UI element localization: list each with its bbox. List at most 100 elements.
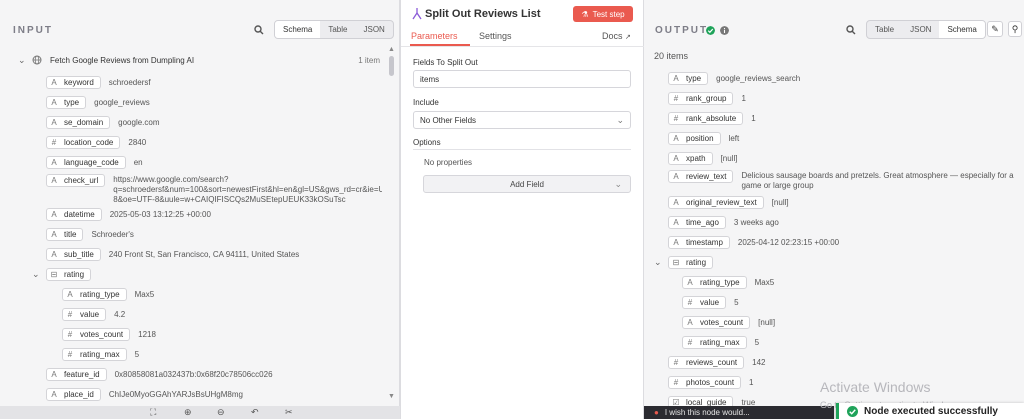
field-key-chip[interactable]: Aoriginal_review_text <box>668 195 764 209</box>
field-key-chip[interactable]: Axpath <box>668 151 713 165</box>
include-select[interactable]: No Other Fields ⌄ <box>413 111 631 129</box>
output-view-table[interactable]: Table <box>867 21 902 38</box>
schema-field-row[interactable]: Atype google_reviews_search <box>668 70 1018 86</box>
field-key-chip[interactable]: Avotes_count <box>682 315 751 329</box>
schema-field-row[interactable]: Areview_text Delicious sausage boards and… <box>668 170 1018 196</box>
pin-output-button[interactable]: ⚲ <box>1008 21 1022 37</box>
input-view-table[interactable]: Table <box>320 21 355 38</box>
add-field-button[interactable]: Add Field ⌄ <box>423 175 631 193</box>
clean-icon[interactable]: ✂ <box>285 407 293 418</box>
field-key-chip[interactable]: Atitle <box>46 227 84 241</box>
field-key-chip[interactable]: Akeyword <box>46 75 101 89</box>
tab-settings[interactable]: Settings <box>479 31 512 41</box>
schema-object-row[interactable]: ⌄ ⊟ rating <box>32 266 92 282</box>
schema-field-row[interactable]: Aplace_id ChIJe0MyoGGAhYARJsBsUHgM8mg <box>46 386 380 402</box>
field-key-chip[interactable]: ☑ local_guide <box>668 395 734 406</box>
output-view-schema[interactable]: Schema <box>939 21 985 38</box>
schema-field-row[interactable]: Axpath [null] <box>668 150 1018 166</box>
zoom-out-icon[interactable]: ⊖ <box>217 407 225 418</box>
fit-view-icon[interactable]: ⛶ <box>150 407 156 418</box>
input-view-schema[interactable]: Schema <box>275 21 321 38</box>
schema-field-row[interactable]: # value 5 <box>682 294 1002 310</box>
schema-field-row[interactable]: Ase_domain google.com <box>46 114 380 130</box>
schema-field-row[interactable]: Aoriginal_review_text [null] <box>668 194 1018 210</box>
field-type-icon: # <box>67 309 73 319</box>
schema-field-row[interactable]: # rating_max 5 <box>62 346 362 362</box>
schema-field-row[interactable]: Asub_title 240 Front St, San Francisco, C… <box>46 246 380 262</box>
schema-field-row[interactable]: Acheck_url https://www.google.com/search?… <box>46 174 382 204</box>
output-view-json[interactable]: JSON <box>902 21 939 38</box>
chevron-down-icon[interactable]: ⌄ <box>654 257 668 268</box>
field-key-chip[interactable]: Arating_type <box>682 275 747 289</box>
chevron-down-icon[interactable]: ⌄ <box>18 55 32 66</box>
field-key-chip[interactable]: # rank_absolute <box>668 111 744 125</box>
field-key-chip[interactable]: Aposition <box>668 131 721 145</box>
undo-icon[interactable]: ↶ <box>251 407 259 418</box>
schema-field-row[interactable]: # rank_group 1 <box>668 90 1018 106</box>
field-key-chip[interactable]: # rating_max <box>682 335 747 349</box>
schema-field-row[interactable]: # rank_absolute 1 <box>668 110 1018 126</box>
field-value: google_reviews_search <box>716 73 801 83</box>
field-key-chip[interactable]: Ase_domain <box>46 115 111 129</box>
field-key-chip[interactable]: ⊟ rating <box>668 255 714 269</box>
schema-field-row[interactable]: Adatetime 2025-05-03 13:12:25 +00:00 <box>46 206 380 222</box>
search-icon[interactable] <box>846 25 856 35</box>
schema-field-row[interactable]: Afeature_id 0x80858081a032437b:0x68f20c78… <box>46 366 380 382</box>
field-key-chip[interactable]: # rank_group <box>668 91 734 105</box>
field-key-chip[interactable]: Afeature_id <box>46 367 107 381</box>
field-key-chip[interactable]: Asub_title <box>46 247 101 261</box>
field-key-chip[interactable]: # votes_count <box>62 327 131 341</box>
fields-to-split-input[interactable]: items <box>413 70 631 88</box>
schema-object-row[interactable]: ⌄ ⊟ rating <box>654 254 714 270</box>
schema-field-row[interactable]: Atitle Schroeder's <box>46 226 380 242</box>
field-key-chip[interactable]: Atime_ago <box>668 215 726 229</box>
tab-docs[interactable]: Docs ↗ <box>602 31 631 41</box>
field-key-chip[interactable]: Alanguage_code <box>46 155 126 169</box>
edit-output-button[interactable]: ✎ <box>987 21 1003 37</box>
field-key-chip[interactable]: Atimestamp <box>668 235 730 249</box>
schema-field-row[interactable]: Atime_ago 3 weeks ago <box>668 214 1018 230</box>
schema-field-row[interactable]: Atimestamp 2025-04-12 02:23:15 +00:00 <box>668 234 1018 250</box>
chevron-down-icon[interactable]: ⌄ <box>32 269 46 280</box>
field-key-chip[interactable]: Atype <box>46 95 87 109</box>
schema-field-row[interactable]: # rating_max 5 <box>682 334 1002 350</box>
info-icon[interactable] <box>720 26 729 35</box>
field-key-chip[interactable]: Adatetime <box>46 207 102 221</box>
schema-field-row[interactable]: # value 4.2 <box>62 306 362 322</box>
field-key-chip[interactable]: Areview_text <box>668 170 734 183</box>
test-step-button[interactable]: ⚗ Test step <box>573 6 633 22</box>
zoom-in-icon[interactable]: ⊕ <box>184 407 192 418</box>
schema-field-row[interactable]: Alanguage_code en <box>46 154 380 170</box>
field-key-chip[interactable]: Atype <box>668 71 709 85</box>
field-key-chip[interactable]: # location_code <box>46 135 121 149</box>
input-view-json[interactable]: JSON <box>355 21 392 38</box>
field-key-chip[interactable]: Arating_type <box>62 287 127 301</box>
split-icon <box>412 8 422 20</box>
field-key-chip[interactable]: # reviews_count <box>668 355 745 369</box>
field-key-chip[interactable]: # photos_count <box>668 375 742 389</box>
field-key-chip[interactable]: Acheck_url <box>46 174 106 187</box>
scroll-up-icon[interactable]: ▲ <box>388 46 395 53</box>
schema-field-row[interactable]: # location_code 2840 <box>46 134 380 150</box>
feedback-bar[interactable]: ● I wish this node would... <box>644 406 834 419</box>
scroll-down-icon[interactable]: ▼ <box>388 393 395 400</box>
field-key-chip[interactable]: # value <box>682 295 727 309</box>
field-key-chip[interactable]: # value <box>62 307 107 321</box>
schema-field-row[interactable]: # votes_count 1218 <box>62 326 362 342</box>
field-type-icon: A <box>51 176 57 185</box>
schema-field-row[interactable]: Aposition left <box>668 130 1018 146</box>
field-key-chip[interactable]: ⊟ rating <box>46 267 92 281</box>
tab-parameters[interactable]: Parameters <box>411 31 458 41</box>
input-scrollbar[interactable] <box>389 56 394 76</box>
input-node-header[interactable]: ⌄ Fetch Google Reviews from Dumpling AI <box>18 52 380 68</box>
schema-field-row[interactable]: Avotes_count [null] <box>682 314 1002 330</box>
schema-field-row[interactable]: Arating_type Max5 <box>62 286 362 302</box>
field-key-chip[interactable]: # rating_max <box>62 347 127 361</box>
schema-field-row[interactable]: Atype google_reviews <box>46 94 380 110</box>
schema-field-row[interactable]: # reviews_count 142 <box>668 354 1018 370</box>
search-icon[interactable] <box>254 25 264 35</box>
field-key: photos_count <box>686 377 735 387</box>
schema-field-row[interactable]: Arating_type Max5 <box>682 274 1002 290</box>
schema-field-row[interactable]: Akeyword schroedersf <box>46 74 380 90</box>
field-key-chip[interactable]: Aplace_id <box>46 387 101 401</box>
